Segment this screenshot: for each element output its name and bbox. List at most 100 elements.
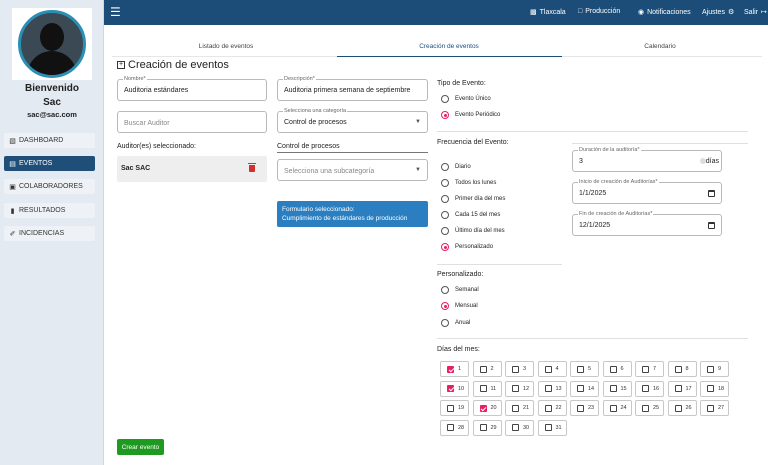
notificaciones-link[interactable]: ◉ Notificaciones (638, 8, 691, 17)
nombre-field[interactable]: Nombre* Auditoria estándares (117, 75, 267, 101)
divider (437, 131, 748, 132)
tlaxcala-link[interactable]: ▩ Tlaxcala (530, 8, 566, 17)
radio-anual[interactable]: Anual (441, 319, 470, 327)
tab-creacion[interactable]: Creación de eventos (393, 43, 505, 50)
radio-ultimo-dia[interactable]: Último día del mes (441, 227, 505, 235)
day-checkbox-24[interactable]: 24 (602, 400, 632, 416)
day-checkbox-20[interactable]: 20 (472, 400, 502, 416)
calendar-icon[interactable] (708, 190, 715, 197)
radio-circle (441, 302, 449, 310)
logout-icon: ↦ (761, 9, 767, 16)
calendar-icon[interactable] (708, 222, 715, 229)
hamburger-menu-icon[interactable]: ☰ (110, 5, 121, 19)
trash-icon[interactable] (248, 163, 256, 172)
day-checkbox-21[interactable]: 21 (505, 400, 534, 416)
sidebar-item-label: DASHBOARD (19, 137, 64, 144)
produccion-link[interactable]: □ Producción (578, 8, 620, 15)
day-checkbox-31[interactable]: 31 (537, 419, 567, 436)
day-checkbox-23[interactable]: 23 (570, 400, 599, 416)
day-label: 14 (588, 385, 595, 392)
inicio-date-field[interactable]: Inicio de creación de Auditorías* 1/1/20… (572, 178, 722, 204)
day-checkbox-7[interactable]: 7 (635, 361, 664, 377)
radio-label: Semanal (455, 287, 479, 293)
radio-cada-15[interactable]: Cada 15 del mes (441, 211, 500, 219)
fin-value: 12/1/2025 (579, 222, 611, 229)
sidebar-item-eventos[interactable]: ▤ EVENTOS (4, 156, 95, 171)
day-checkbox-3[interactable]: 3 (505, 361, 534, 377)
sidebar-item-label: INCIDENCIAS (19, 230, 65, 237)
day-checkbox-28[interactable]: 28 (440, 419, 469, 436)
subcategoria-select[interactable]: Selecciona una subcategoría ▼ (277, 159, 428, 181)
salir-link[interactable]: Salir ↦ (744, 8, 768, 17)
bar-chart-icon: ▧ (9, 137, 16, 145)
ajustes-link[interactable]: Ajustes ⚙ (702, 8, 737, 17)
radio-personalizado[interactable]: Personalizado (441, 243, 493, 251)
produccion-label: Producción (585, 8, 621, 15)
day-checkbox-5[interactable]: 5 (570, 361, 599, 377)
day-checkbox-29[interactable]: 29 (472, 419, 502, 436)
add-box-icon: + (117, 61, 125, 69)
day-checkbox-16[interactable]: 16 (635, 380, 664, 397)
checkbox-icon (674, 365, 682, 373)
day-checkbox-12[interactable]: 12 (505, 380, 534, 397)
radio-circle (441, 195, 449, 203)
descripcion-label: Descripción* (283, 75, 316, 83)
day-checkbox-14[interactable]: 14 (570, 380, 599, 397)
day-checkbox-13[interactable]: 13 (537, 380, 567, 397)
checkbox-icon (512, 365, 519, 373)
day-checkbox-9[interactable]: 9 (700, 361, 729, 377)
tab-calendario[interactable]: Calendario (604, 43, 716, 50)
day-checkbox-2[interactable]: 2 (472, 361, 502, 377)
descripcion-value: Auditoria primera semana de septiembre (284, 87, 411, 94)
day-checkbox-18[interactable]: 18 (700, 380, 729, 397)
day-label: 17 (685, 385, 692, 392)
day-checkbox-1[interactable]: 1 (440, 361, 469, 377)
sidebar-item-dashboard[interactable]: ▧ DASHBOARD (4, 133, 95, 148)
categoria-select[interactable]: Selecciona una categoría Control de proc… (277, 107, 428, 133)
sidebar-item-resultados[interactable]: ▮ RESULTADOS (4, 203, 95, 218)
frecuencia-label: Frecuencia del Evento: (437, 139, 509, 146)
radio-evento-unico[interactable]: Evento Único (441, 95, 491, 103)
day-checkbox-26[interactable]: 26 (667, 400, 697, 416)
descripcion-field[interactable]: Descripción* Auditoria primera semana de… (277, 75, 428, 101)
sidebar-item-incidencias[interactable]: ✐ INCIDENCIAS (4, 226, 95, 241)
buscar-auditor-input[interactable]: Buscar Auditor (117, 111, 267, 133)
radio-primer-dia[interactable]: Primer día del mes (441, 195, 505, 203)
radio-diario[interactable]: Diario (441, 163, 471, 171)
radio-semanal[interactable]: Semanal (441, 286, 479, 294)
crear-evento-button[interactable]: Crear evento (117, 439, 164, 455)
day-checkbox-30[interactable]: 30 (505, 419, 534, 436)
radio-mensual[interactable]: Mensual (441, 302, 478, 310)
checkbox-icon (479, 404, 487, 412)
day-label: 6 (620, 366, 624, 372)
checkbox-icon (577, 404, 584, 412)
day-checkbox-19[interactable]: 19 (440, 400, 469, 416)
avatar-user-icon (18, 10, 86, 78)
checkbox-icon (544, 424, 552, 431)
sidebar-item-colaboradores[interactable]: ▣ COLABORADORES (4, 179, 95, 194)
day-checkbox-11[interactable]: 11 (472, 380, 502, 397)
day-checkbox-17[interactable]: 17 (667, 380, 697, 397)
sidebar: Bienvenido Sac sac@sac.com ▧ DASHBOARD ▤… (0, 0, 104, 465)
day-checkbox-15[interactable]: 15 (602, 380, 632, 397)
day-checkbox-27[interactable]: 27 (700, 400, 729, 416)
day-checkbox-8[interactable]: 8 (667, 361, 697, 377)
day-checkbox-25[interactable]: 25 (635, 400, 664, 416)
checkbox-icon (544, 365, 552, 373)
page-title-text: Creación de eventos (128, 59, 229, 71)
dias-label: Días del mes: (437, 346, 480, 353)
fin-date-field[interactable]: Fin de creación de Auditorías* 12/1/2025 (572, 210, 722, 236)
radio-todos-lunes[interactable]: Todos los lunes (441, 179, 496, 187)
checkbox-icon (674, 385, 682, 392)
duracion-field[interactable]: Duración de la auditoría* 3 días (572, 146, 722, 172)
radio-label: Mensual (455, 303, 478, 309)
day-checkbox-4[interactable]: 4 (537, 361, 567, 377)
tab-listado[interactable]: Listado de eventos (170, 43, 282, 50)
day-label: 9 (718, 366, 722, 372)
user-email: sac@sac.com (27, 110, 77, 119)
day-checkbox-10[interactable]: 10 (440, 380, 469, 397)
radio-evento-periodico[interactable]: Evento Periódico (441, 111, 500, 119)
radio-circle (441, 95, 449, 103)
day-checkbox-6[interactable]: 6 (602, 361, 632, 377)
day-checkbox-22[interactable]: 22 (537, 400, 567, 416)
